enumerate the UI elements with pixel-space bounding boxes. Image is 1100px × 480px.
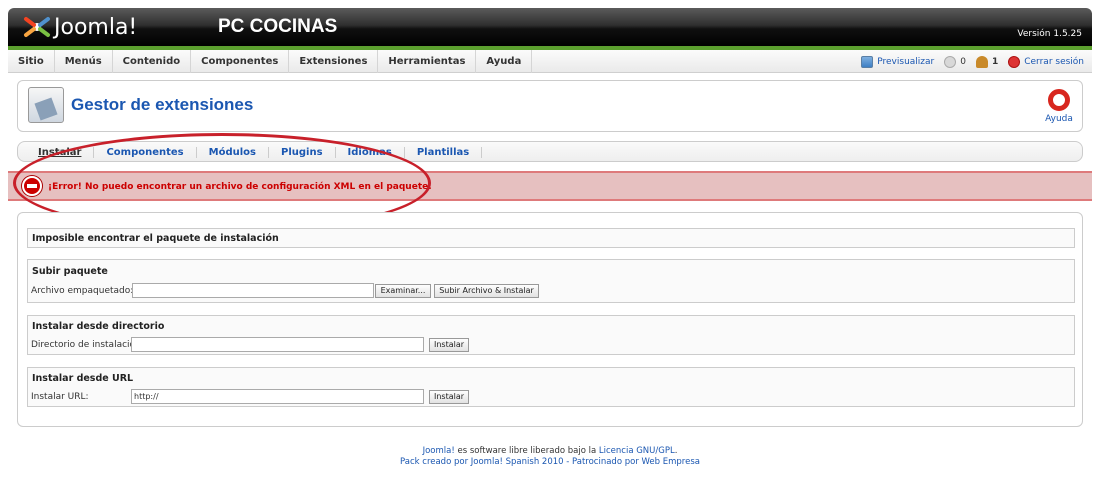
- package-file-input[interactable]: [132, 283, 374, 298]
- tab-instalar[interactable]: Instalar: [26, 147, 95, 158]
- url-title: Instalar desde URL: [32, 373, 134, 384]
- notice-fieldset: Imposible encontrar el paquete de instal…: [27, 228, 1075, 248]
- joomla-logo-icon: [24, 17, 50, 37]
- menu-item-ayuda[interactable]: Ayuda: [476, 50, 533, 73]
- users-icon: [975, 55, 988, 68]
- footer-text: es software libre liberado bajo la: [454, 446, 599, 456]
- submenu-tabs: Instalar Componentes Módulos Plugins Idi…: [17, 141, 1083, 162]
- install-url-button[interactable]: Instalar: [429, 390, 469, 404]
- help-button[interactable]: Ayuda: [1042, 89, 1076, 124]
- error-message: ¡Error! No puedo encontrar un archivo de…: [48, 182, 432, 192]
- install-content: Imposible encontrar el paquete de instal…: [17, 212, 1083, 427]
- version-label: Versión 1.5.25: [1017, 29, 1082, 39]
- install-directory-button[interactable]: Instalar: [429, 338, 469, 352]
- directory-title: Instalar desde directorio: [32, 321, 165, 332]
- users-indicator[interactable]: 1: [975, 55, 999, 68]
- upload-title: Subir paquete: [32, 266, 108, 277]
- help-label: Ayuda: [1045, 114, 1073, 124]
- footer-credits-line: Pack creado por Joomla! Spanish 2010 - P…: [400, 457, 700, 467]
- messages-icon: [944, 55, 957, 68]
- menu-item-herramientas[interactable]: Herramientas: [378, 50, 477, 73]
- directory-label: Directorio de instalación:: [31, 340, 144, 350]
- directory-fieldset: Instalar desde directorio Directorio de …: [27, 315, 1075, 355]
- tab-plantillas[interactable]: Plantillas: [405, 147, 483, 158]
- url-fieldset: Instalar desde URL Instalar URL: Instala…: [27, 367, 1075, 407]
- page-toolbar: Gestor de extensiones Ayuda: [17, 80, 1083, 132]
- upload-fieldset: Subir paquete Archivo empaquetado: Exami…: [27, 259, 1075, 303]
- app-header: Joomla! PC COCINAS Versión 1.5.25: [8, 8, 1092, 46]
- footer-license-line: Joomla! es software libre liberado bajo …: [0, 446, 1100, 457]
- site-name: PC COCINAS: [218, 16, 338, 37]
- tab-modulos[interactable]: Módulos: [197, 147, 269, 158]
- footer-period: .: [674, 446, 678, 456]
- logo-text: Joomla!: [54, 14, 138, 40]
- error-message-bar: ¡Error! No puedo encontrar un archivo de…: [8, 171, 1092, 201]
- error-icon: [22, 176, 42, 196]
- notice-text: Imposible encontrar el paquete de instal…: [32, 233, 279, 244]
- menu-item-menus[interactable]: Menús: [55, 50, 113, 73]
- joomla-link[interactable]: Joomla!: [423, 446, 455, 456]
- directory-input[interactable]: [131, 337, 424, 352]
- main-menu: Sitio Menús Contenido Componentes Extens…: [8, 50, 533, 73]
- preview-icon: [861, 55, 874, 68]
- preview-link[interactable]: Previsualizar: [861, 55, 935, 68]
- url-input[interactable]: [131, 389, 424, 404]
- license-link[interactable]: Licencia GNU/GPL: [599, 446, 675, 456]
- logout-label: Cerrar sesión: [1024, 56, 1084, 67]
- tab-idiomas[interactable]: Idiomas: [336, 147, 405, 158]
- upload-label: Archivo empaquetado:: [31, 286, 134, 296]
- menu-item-extensiones[interactable]: Extensiones: [289, 50, 379, 73]
- extension-manager-icon: [28, 87, 64, 123]
- main-menubar: Sitio Menús Contenido Componentes Extens…: [8, 50, 1092, 73]
- tab-componentes[interactable]: Componentes: [94, 147, 197, 158]
- preview-label: Previsualizar: [877, 56, 935, 67]
- menu-item-contenido[interactable]: Contenido: [113, 50, 192, 73]
- url-label: Instalar URL:: [31, 392, 89, 402]
- status-bar: Previsualizar 0 1 Cerrar sesión: [861, 50, 1084, 73]
- browse-button[interactable]: Examinar...: [375, 284, 431, 298]
- users-count: 1: [991, 56, 999, 67]
- menu-item-sitio[interactable]: Sitio: [8, 50, 55, 73]
- logout-icon: [1008, 55, 1021, 68]
- messages-indicator[interactable]: 0: [944, 55, 966, 68]
- tab-plugins[interactable]: Plugins: [269, 147, 336, 158]
- upload-install-button[interactable]: Subir Archivo & Instalar: [434, 284, 539, 298]
- menu-item-componentes[interactable]: Componentes: [191, 50, 290, 73]
- logout-link[interactable]: Cerrar sesión: [1008, 55, 1084, 68]
- page-footer: Joomla! es software libre liberado bajo …: [0, 446, 1100, 468]
- page-title: Gestor de extensiones: [71, 95, 254, 114]
- joomla-logo[interactable]: Joomla!: [22, 12, 137, 42]
- messages-count: 0: [960, 56, 966, 67]
- lifebuoy-icon: [1048, 89, 1070, 111]
